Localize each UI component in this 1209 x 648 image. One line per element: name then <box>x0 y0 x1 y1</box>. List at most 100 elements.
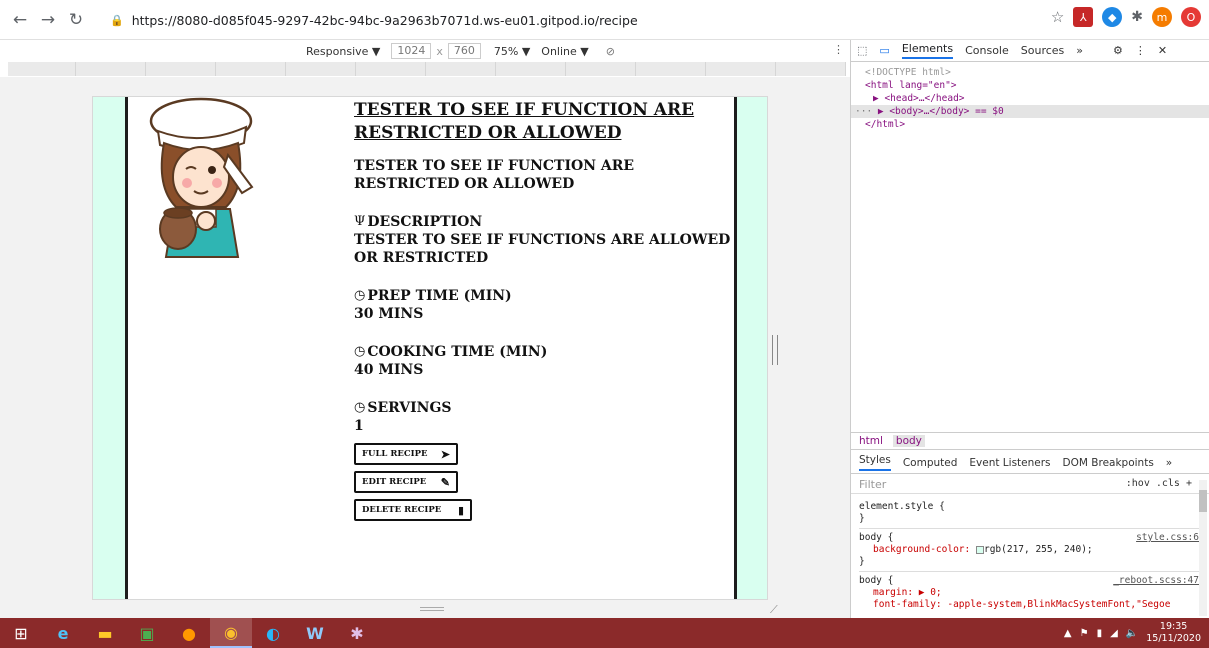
network-select[interactable]: Online ▼ <box>541 45 588 58</box>
pdf-extension-icon[interactable]: ⅄ <box>1073 7 1094 27</box>
tab-styles-more[interactable]: » <box>1166 457 1172 469</box>
viewport-resize-handle-bottom[interactable] <box>420 607 444 611</box>
tab-more[interactable]: » <box>1076 44 1083 57</box>
more-options-icon[interactable]: ⋮ <box>833 43 844 56</box>
tab-sources[interactable]: Sources <box>1021 44 1065 57</box>
servings-value: 1 <box>354 418 364 434</box>
rule-source-link[interactable]: _reboot.scss:47 <box>1113 575 1199 587</box>
recipe-page: TESTER TO SEE IF FUNCTION ARE RESTRICTED… <box>92 96 768 600</box>
full-recipe-button[interactable]: FULL RECIPE ➤ <box>354 443 458 465</box>
devtools-tabs: ⬚ ▭ Elements Console Sources » ⚙ ⋮ ✕ <box>851 40 1209 62</box>
styles-filter[interactable]: Filter :hov .cls + <box>851 476 1209 494</box>
windows-taskbar: ⊞ e ▬ ▣ ● ◉ ◐ W ✱ ▲ ⚑ ▮ ◢ 🔈 19:35 15/11/… <box>0 618 1209 648</box>
internet-explorer-icon[interactable]: e <box>42 618 84 648</box>
profile-avatar[interactable]: m <box>1152 7 1172 27</box>
clock-icon: ◷ <box>354 288 366 303</box>
tab-elements[interactable]: Elements <box>901 42 954 59</box>
file-explorer-icon[interactable]: ▬ <box>84 618 126 648</box>
cooking-time-label: ◷ COOKING TIME (MIN) <box>354 344 548 360</box>
url-text[interactable]: https://8080-d085f045-9297-42bc-94bc-9a2… <box>132 13 638 28</box>
zoom-select[interactable]: 75% ▼ <box>494 45 530 58</box>
styles-tabs: Styles Computed Event Listeners DOM Brea… <box>851 452 1209 474</box>
inspect-icon[interactable]: ⬚ <box>857 44 867 57</box>
dom-doctype[interactable]: <!DOCTYPE html> <box>865 66 1209 79</box>
edit-recipe-button[interactable]: EDIT RECIPE ✎ <box>354 471 458 493</box>
recipe-subtitle: TESTER TO SEE IF FUNCTION ARE RESTRICTED… <box>354 158 635 192</box>
recipe-details: TESTER TO SEE IF FUNCTION ARE RESTRICTED… <box>354 99 734 521</box>
store-icon[interactable]: ▣ <box>126 618 168 648</box>
edge-icon[interactable]: ◐ <box>252 618 294 648</box>
lock-icon: 🔒 <box>110 13 124 27</box>
reload-icon[interactable]: ↻ <box>62 6 90 34</box>
settings-icon[interactable]: ⚙ <box>1113 44 1123 57</box>
clock[interactable]: 19:35 15/11/2020 <box>1146 621 1201 645</box>
address-bar[interactable]: 🔒 https://8080-d085f045-9297-42bc-94bc-9… <box>110 8 900 32</box>
prep-time-value: 30 MINS <box>354 306 424 322</box>
device-toolbar: Responsive ▼ 1024 x 760 75% ▼ Online ▼ ⊘… <box>0 40 850 62</box>
flag-icon[interactable]: ⚑ <box>1080 628 1089 639</box>
tab-computed[interactable]: Computed <box>903 457 958 469</box>
forward-arrow-icon[interactable]: → <box>34 6 62 34</box>
close-icon[interactable]: ✕ <box>1158 44 1167 57</box>
dom-body[interactable]: ··· ▶ <body>…</body> == $0 <box>851 105 1209 118</box>
devtools-panel: ⬚ ▭ Elements Console Sources » ⚙ ⋮ ✕ <!D… <box>850 40 1209 618</box>
recipe-card: TESTER TO SEE IF FUNCTION ARE RESTRICTED… <box>125 97 737 599</box>
volume-icon[interactable]: 🔈 <box>1126 628 1138 639</box>
network-icon[interactable]: ▮ <box>1097 628 1103 639</box>
dom-html-open[interactable]: <html lang="en"> <box>865 79 1209 92</box>
breadcrumb: html body <box>851 432 1209 450</box>
puzzle-icon[interactable]: ✱ <box>1131 9 1143 25</box>
extension-icon[interactable]: ◆ <box>1102 7 1123 27</box>
breadcrumb-body[interactable]: body <box>892 435 925 447</box>
system-tray: ▲ ⚑ ▮ ◢ 🔈 19:35 15/11/2020 <box>1064 618 1201 648</box>
clock-icon: ◷ <box>354 344 366 359</box>
chrome-icon[interactable]: ◉ <box>210 618 252 648</box>
breadcrumb-html[interactable]: html <box>859 435 883 447</box>
color-swatch[interactable] <box>975 545 984 554</box>
rule-element-style[interactable]: element.style { } <box>859 498 1199 529</box>
device-mode-select[interactable]: Responsive ▼ <box>306 45 380 58</box>
rotate-icon[interactable]: ⊘ <box>606 45 615 58</box>
description-value: TESTER TO SEE IF FUNCTIONS ARE ALLOWED O… <box>354 232 731 266</box>
recipe-title: TESTER TO SEE IF FUNCTION ARE RESTRICTED… <box>354 100 695 143</box>
delete-recipe-button[interactable]: DELETE RECIPE ▮ <box>354 499 472 521</box>
css-rules: element.style { } body { style.css:6 bac… <box>851 498 1199 614</box>
description-label: Ψ DESCRIPTION <box>354 214 483 230</box>
viewport-resize-handle-corner[interactable]: ⟋ <box>770 603 778 617</box>
trash-icon: ▮ <box>457 503 464 517</box>
slack-icon[interactable]: ✱ <box>336 618 378 648</box>
tab-console[interactable]: Console <box>965 44 1009 57</box>
media-query-bar[interactable] <box>8 62 846 76</box>
tray-chevron-icon[interactable]: ▲ <box>1064 628 1072 639</box>
servings-label: ◷ SERVINGS <box>354 400 452 416</box>
viewport-height-input[interactable]: 760 <box>447 43 481 59</box>
back-arrow-icon[interactable]: ← <box>6 6 34 34</box>
dom-head[interactable]: ▶ <head>…</head> <box>865 92 1209 105</box>
rule-body-style-css[interactable]: body { style.css:6 background-color: rgb… <box>859 529 1199 572</box>
tab-dom-breakpoints[interactable]: DOM Breakpoints <box>1063 457 1154 469</box>
dimension-separator: x <box>436 44 443 58</box>
word-icon[interactable]: W <box>294 618 336 648</box>
pencil-icon: ✎ <box>440 475 450 489</box>
signal-icon[interactable]: ◢ <box>1110 628 1118 639</box>
rule-body-reboot[interactable]: body { _reboot.scss:47 margin: ▶ 0; font… <box>859 572 1199 614</box>
opera-icon[interactable]: O <box>1181 7 1201 27</box>
dom-html-close[interactable]: </html> <box>865 118 1209 131</box>
star-icon[interactable]: ☆ <box>1051 8 1064 26</box>
firefox-icon[interactable]: ● <box>168 618 210 648</box>
filter-tools[interactable]: :hov .cls + <box>1126 478 1192 489</box>
device-toggle-icon[interactable]: ▭ <box>879 44 889 57</box>
rule-source-link[interactable]: style.css:6 <box>1136 532 1199 544</box>
clock-icon: ◷ <box>354 400 366 415</box>
styles-scrollbar[interactable] <box>1199 480 1207 616</box>
send-arrow-icon: ➤ <box>440 447 450 461</box>
viewport-resize-handle-right[interactable] <box>772 335 778 365</box>
viewport-width-input[interactable]: 1024 <box>391 43 432 59</box>
tab-event-listeners[interactable]: Event Listeners <box>969 457 1050 469</box>
devtools-menu-icon[interactable]: ⋮ <box>1135 44 1146 57</box>
filter-input[interactable]: Filter <box>859 478 886 491</box>
cooking-time-value: 40 MINS <box>354 362 424 378</box>
tab-styles[interactable]: Styles <box>859 454 891 471</box>
windows-start-icon[interactable]: ⊞ <box>0 618 42 648</box>
browser-toolbar: ← → ↻ 🔒 https://8080-d085f045-9297-42bc-… <box>0 0 1209 40</box>
